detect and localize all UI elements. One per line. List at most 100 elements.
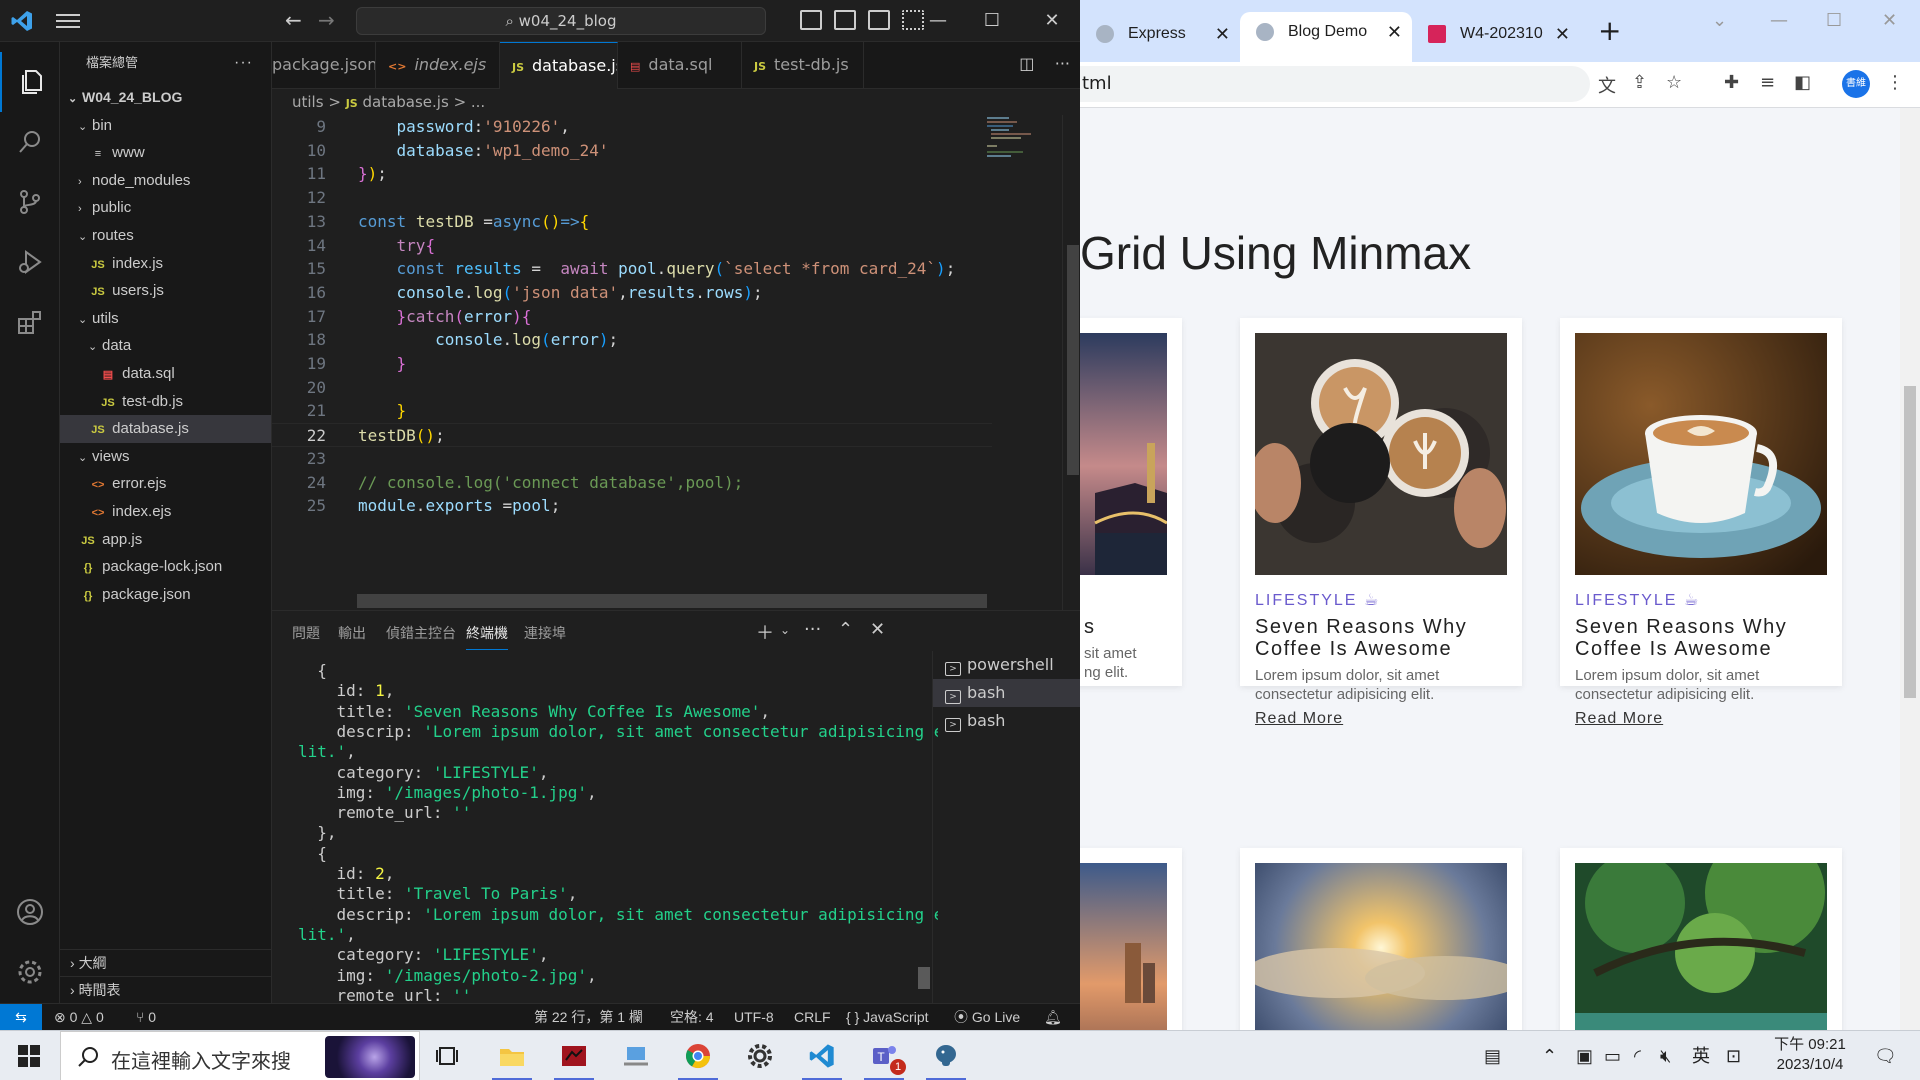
editor-tab[interactable]: JSdatabase.js✕ (500, 42, 618, 89)
terminal-scrollbar[interactable] (918, 967, 930, 989)
close-panel-icon[interactable]: ✕ (870, 619, 885, 640)
forward-arrow-icon[interactable]: → (318, 8, 342, 32)
extensions-icon[interactable]: ✚ (1724, 72, 1739, 93)
run-debug-icon[interactable] (0, 232, 60, 292)
read-more-link[interactable]: Read More (1575, 710, 1663, 728)
terminal-instance[interactable]: > bash (933, 707, 1080, 735)
tree-folder[interactable]: ⌄ bin (60, 112, 271, 140)
windows-start-icon[interactable] (18, 1045, 40, 1067)
chrome-menu-icon[interactable]: ⋮ (1886, 72, 1904, 93)
tree-folder[interactable]: ⌄ W04_24_BLOG (60, 84, 271, 112)
browser-tab-express[interactable]: Express ✕ (1080, 14, 1240, 58)
maximize-panel-icon[interactable]: ⌃ (838, 619, 853, 640)
command-center-search[interactable]: ⌕ w04_24_blog (356, 7, 766, 35)
address-bar[interactable]: tml (1080, 66, 1590, 102)
explorer-icon[interactable] (0, 52, 60, 112)
ports-status[interactable]: ⑂ 0 (136, 1004, 156, 1030)
new-terminal-icon[interactable]: ＋ (756, 619, 774, 645)
more-actions-icon[interactable]: ··· (1055, 54, 1070, 73)
extensions-icon[interactable] (0, 292, 60, 352)
meet-now-icon[interactable]: ▣ (1576, 1031, 1593, 1080)
chevron-up-icon[interactable]: ⌃ (1542, 1031, 1557, 1080)
browser-tab-w4[interactable]: W4-202310 ✕ (1412, 14, 1580, 58)
settings-gear-icon[interactable] (0, 942, 60, 1002)
minimap[interactable] (987, 115, 1067, 175)
tree-file[interactable]: ≡ www (60, 139, 271, 167)
problems-status[interactable]: ⊗ 0 △ 0 (54, 1004, 104, 1030)
timeline-section[interactable]: › 時間表 (60, 976, 272, 1003)
vscode-icon[interactable] (794, 1031, 850, 1080)
editor-tab[interactable]: <> index.ejs (376, 42, 500, 89)
close-button[interactable]: ✕ (1032, 6, 1072, 36)
terminal-instance[interactable]: > powershell (933, 651, 1080, 679)
side-panel-icon[interactable]: ◧ (1794, 72, 1811, 93)
tree-folder[interactable]: › node_modules (60, 167, 271, 195)
new-tab-button[interactable]: + (1598, 16, 1621, 46)
outline-section[interactable]: › 大綱 (60, 949, 272, 976)
ime-mode-icon[interactable]: ⊡ (1726, 1031, 1741, 1080)
editor-tab[interactable]: package.json (272, 42, 376, 89)
notification-center-icon[interactable]: 🗨︎ (1874, 1031, 1897, 1080)
terminal-output[interactable]: { id: 1, title: 'Seven Reasons Why Coffe… (298, 661, 938, 1001)
panel-tab[interactable]: 連接埠 (524, 623, 566, 643)
tree-folder[interactable]: › public (60, 194, 271, 222)
more-actions-icon[interactable]: ··· (234, 42, 253, 84)
taskbar-search[interactable]: 在這裡輸入文字來搜 (60, 1031, 420, 1080)
terminal-instance[interactable]: > bash (933, 679, 1080, 707)
back-arrow-icon[interactable]: ← (285, 8, 309, 32)
teams-icon[interactable]: T 1 (856, 1031, 912, 1080)
breadcrumb-file[interactable]: database.js (362, 93, 448, 111)
minimize-button[interactable]: — (1770, 10, 1788, 31)
more-actions-icon[interactable]: ··· (804, 619, 821, 640)
tree-file[interactable]: {} package.json (60, 581, 271, 609)
maximize-button[interactable]: ☐ (972, 6, 1012, 36)
go-live-button[interactable]: ⦿ Go Live (954, 1004, 1020, 1030)
tree-file[interactable]: {} package-lock.json (60, 553, 271, 581)
close-button[interactable]: ✕ (1882, 10, 1897, 31)
menu-icon[interactable] (56, 10, 80, 30)
news-widget-icon[interactable]: ▤ (1484, 1031, 1501, 1080)
minimize-button[interactable]: — (918, 6, 958, 36)
tab-search-icon[interactable]: ⌄ (1712, 10, 1727, 31)
search-icon[interactable] (0, 112, 60, 172)
editor-horizontal-scrollbar[interactable] (357, 594, 987, 608)
task-view-icon[interactable] (420, 1031, 476, 1080)
breadcrumb-folder[interactable]: utils (292, 93, 324, 111)
tree-file[interactable]: <> index.ejs (60, 498, 271, 526)
app-laptop-icon[interactable] (608, 1031, 664, 1080)
avatar[interactable]: 書維 (1842, 70, 1870, 98)
panel-tab[interactable]: 終端機 (466, 623, 508, 650)
code-editor[interactable]: 9 password:'910226', 10 database:'wp1_dem… (272, 115, 992, 595)
breadcrumb-symbol[interactable]: > ... (454, 93, 486, 111)
tree-file[interactable]: JS app.js (60, 526, 271, 554)
settings-gear-icon[interactable] (732, 1031, 788, 1080)
split-editor-icon[interactable]: ◫ (1019, 54, 1034, 73)
tree-file[interactable]: JS index.js (60, 250, 271, 278)
close-tab-icon[interactable]: ✕ (1555, 14, 1570, 54)
close-tab-icon[interactable]: ✕ (1215, 14, 1230, 54)
tree-file[interactable]: JS users.js (60, 277, 271, 305)
source-control-icon[interactable] (0, 172, 60, 232)
reading-list-icon[interactable]: ≡ (1760, 72, 1775, 93)
chrome-icon[interactable] (670, 1031, 726, 1080)
tree-file[interactable]: JS test-db.js (60, 388, 271, 416)
editor-tab[interactable]: ▤ data.sql (618, 42, 742, 89)
tree-folder[interactable]: ⌄ routes (60, 222, 271, 250)
bookmark-star-icon[interactable]: ☆ (1666, 72, 1682, 93)
tree-file[interactable]: ▤ data.sql (60, 360, 271, 388)
indentation-status[interactable]: 空格: 4 (670, 1004, 714, 1030)
close-tab-icon[interactable]: ✕ (1387, 12, 1402, 52)
app-red-icon[interactable] (546, 1031, 602, 1080)
toggle-sidebar-icon[interactable] (800, 10, 822, 30)
editor-tab[interactable]: JS test-db.js (742, 42, 864, 89)
tree-file[interactable]: JS database.js (60, 415, 271, 443)
terminal-dropdown-icon[interactable]: ⌄ (780, 623, 790, 637)
wifi-icon[interactable]: ◜ (1634, 1031, 1641, 1080)
notifications-bell-icon[interactable]: 🔔︎ (1044, 1004, 1062, 1030)
maximize-button[interactable]: ☐ (1826, 10, 1842, 31)
panel-tab[interactable]: 偵錯主控台 (386, 623, 456, 643)
panel-tab[interactable]: 問題 (292, 623, 320, 643)
translate-icon[interactable]: 文 (1598, 72, 1616, 98)
battery-icon[interactable]: ▭ (1604, 1031, 1621, 1080)
tree-folder[interactable]: ⌄ data (60, 332, 271, 360)
